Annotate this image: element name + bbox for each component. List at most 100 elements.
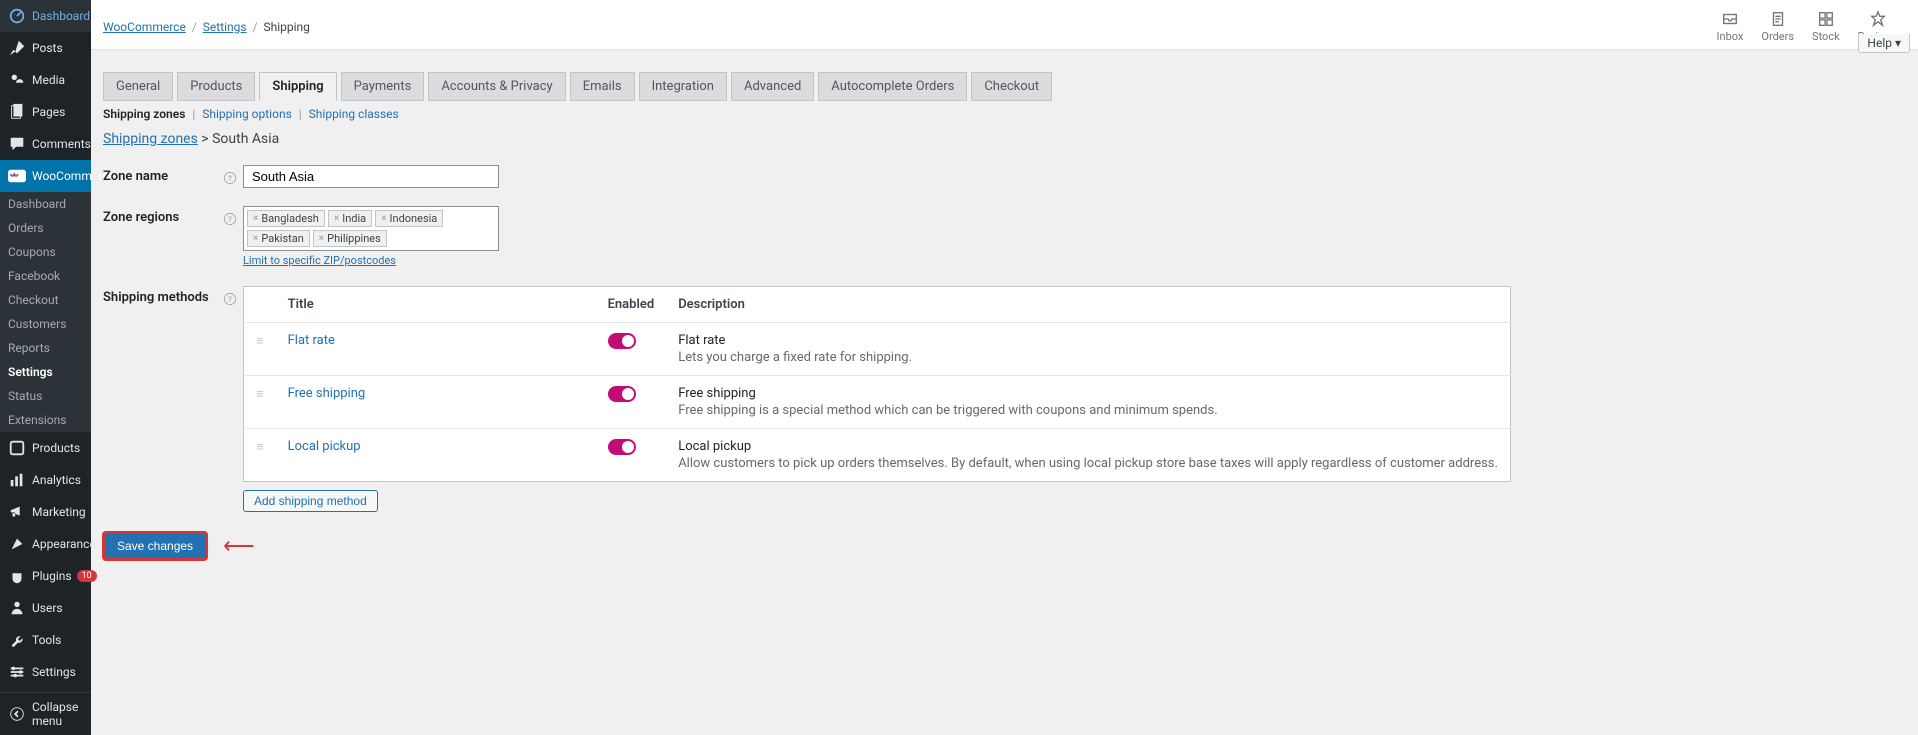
method-name: Free shipping [678,386,1498,401]
sidebar-item-media[interactable]: Media [0,64,91,96]
dashboard-icon [8,7,26,25]
subtab-zones[interactable]: Shipping zones [103,107,185,121]
sidebar-item-woocommerce[interactable]: WooCommerce [0,160,91,192]
admin-sidebar: Dashboard Posts Media Pages Comments Woo… [0,0,91,735]
zone-name-input[interactable] [243,165,499,188]
sidebar-item-plugins[interactable]: Plugins10 [0,560,91,592]
tab-general[interactable]: General [103,72,173,101]
remove-icon[interactable]: × [381,213,386,224]
sub-customers[interactable]: Customers [0,312,91,336]
tab-shipping[interactable]: Shipping [259,72,336,101]
method-desc: Free shipping is a special method which … [678,403,1498,418]
sub-checkout[interactable]: Checkout [0,288,91,312]
collapse-icon [8,705,26,723]
help-icon[interactable]: ? [223,212,237,226]
zone-regions-input[interactable]: ×Bangladesh ×India ×Indonesia ×Pakistan … [243,206,499,251]
drag-handle[interactable]: ≡ [244,429,276,482]
enabled-toggle[interactable] [608,439,636,455]
label: Analytics [32,473,81,487]
breadcrumb-woocommerce[interactable]: WooCommerce [103,20,186,34]
label: Marketing [32,505,86,519]
woocommerce-icon [8,167,26,185]
tab-advanced[interactable]: Advanced [731,72,814,101]
method-title-link[interactable]: Free shipping [288,386,366,401]
current-zone: South Asia [212,131,279,147]
sidebar-item-products[interactable]: Products [0,432,91,464]
sidebar-item-pages[interactable]: Pages [0,96,91,128]
method-row: ≡ Local pickup Local pickupAllow custome… [244,429,1511,482]
page-icon [8,103,26,121]
limit-postcodes-link[interactable]: Limit to specific ZIP/postcodes [243,254,396,267]
remove-icon[interactable]: × [253,233,258,244]
sub-reports[interactable]: Reports [0,336,91,360]
label: Dashboard [32,9,90,23]
region-tag[interactable]: ×Bangladesh [247,210,325,227]
sidebar-item-marketing[interactable]: Marketing [0,496,91,528]
orders-button[interactable]: Orders [1761,10,1794,43]
stock-button[interactable]: Stock [1812,10,1840,43]
back-to-zones[interactable]: Shipping zones [103,131,198,147]
help-icon[interactable]: ? [223,292,237,306]
method-row: ≡ Free shipping Free shipping Free shippi… [244,376,1511,429]
sub-status[interactable]: Status [0,384,91,408]
sidebar-item-settings[interactable]: Settings [0,656,91,688]
enabled-toggle[interactable] [608,333,636,349]
method-title-link[interactable]: Flat rate [288,333,335,348]
tab-emails[interactable]: Emails [570,72,635,101]
label: Settings [32,665,76,679]
sidebar-item-dashboard[interactable]: Dashboard [0,0,91,32]
drag-handle[interactable]: ≡ [244,323,276,376]
region-tag[interactable]: ×India [328,210,372,227]
help-button[interactable]: Help ▾ [1858,34,1910,53]
remove-icon[interactable]: × [334,213,339,224]
sub-dashboard[interactable]: Dashboard [0,192,91,216]
sub-facebook[interactable]: Facebook [0,264,91,288]
tab-accounts[interactable]: Accounts & Privacy [428,72,565,101]
tab-checkout[interactable]: Checkout [971,72,1052,101]
breadcrumb-settings[interactable]: Settings [203,20,247,34]
sidebar-item-posts[interactable]: Posts [0,32,91,64]
tab-payments[interactable]: Payments [341,72,425,101]
sidebar-item-analytics[interactable]: Analytics [0,464,91,496]
label: Stock [1812,30,1840,43]
label: Products [32,441,80,455]
collapse-menu[interactable]: Collapse menu [0,692,91,735]
method-title-link[interactable]: Local pickup [288,439,361,454]
remove-icon[interactable]: × [319,233,324,244]
inbox-button[interactable]: Inbox [1717,10,1744,43]
label: Media [32,73,65,87]
sidebar-item-appearance[interactable]: Appearance [0,528,91,560]
drag-handle[interactable]: ≡ [244,376,276,429]
label: Posts [32,41,63,55]
region-tag[interactable]: ×Philippines [313,230,387,247]
sub-settings[interactable]: Settings [0,360,91,384]
remove-icon[interactable]: × [253,213,258,224]
zone-name-label: Zone name [103,165,223,184]
sub-coupons[interactable]: Coupons [0,240,91,264]
sidebar-item-comments[interactable]: Comments [0,128,91,160]
shipping-methods-table: Title Enabled Description ≡ Flat rate [243,286,1511,482]
sub-extensions[interactable]: Extensions [0,408,91,432]
subtab-classes[interactable]: Shipping classes [309,107,399,121]
sub-orders[interactable]: Orders [0,216,91,240]
method-name: Flat rate [678,333,1498,348]
tab-autocomplete[interactable]: Autocomplete Orders [818,72,967,101]
label: Pages [32,105,65,119]
tools-icon [8,631,26,649]
label: Plugins [32,569,72,583]
save-changes-button[interactable]: Save changes [103,532,207,560]
method-name: Local pickup [678,439,1498,454]
annotation-arrow: ⟵ [223,534,255,559]
subtab-options[interactable]: Shipping options [202,107,291,121]
add-shipping-method-button[interactable]: Add shipping method [243,490,378,512]
label: Inbox [1717,30,1744,43]
help-icon[interactable]: ? [223,171,237,185]
col-enabled: Enabled [596,287,667,323]
tab-products[interactable]: Products [177,72,255,101]
sidebar-item-tools[interactable]: Tools [0,624,91,656]
region-tag[interactable]: ×Pakistan [247,230,310,247]
enabled-toggle[interactable] [608,386,636,402]
sidebar-item-users[interactable]: Users [0,592,91,624]
region-tag[interactable]: ×Indonesia [375,210,443,227]
tab-integration[interactable]: Integration [639,72,727,101]
